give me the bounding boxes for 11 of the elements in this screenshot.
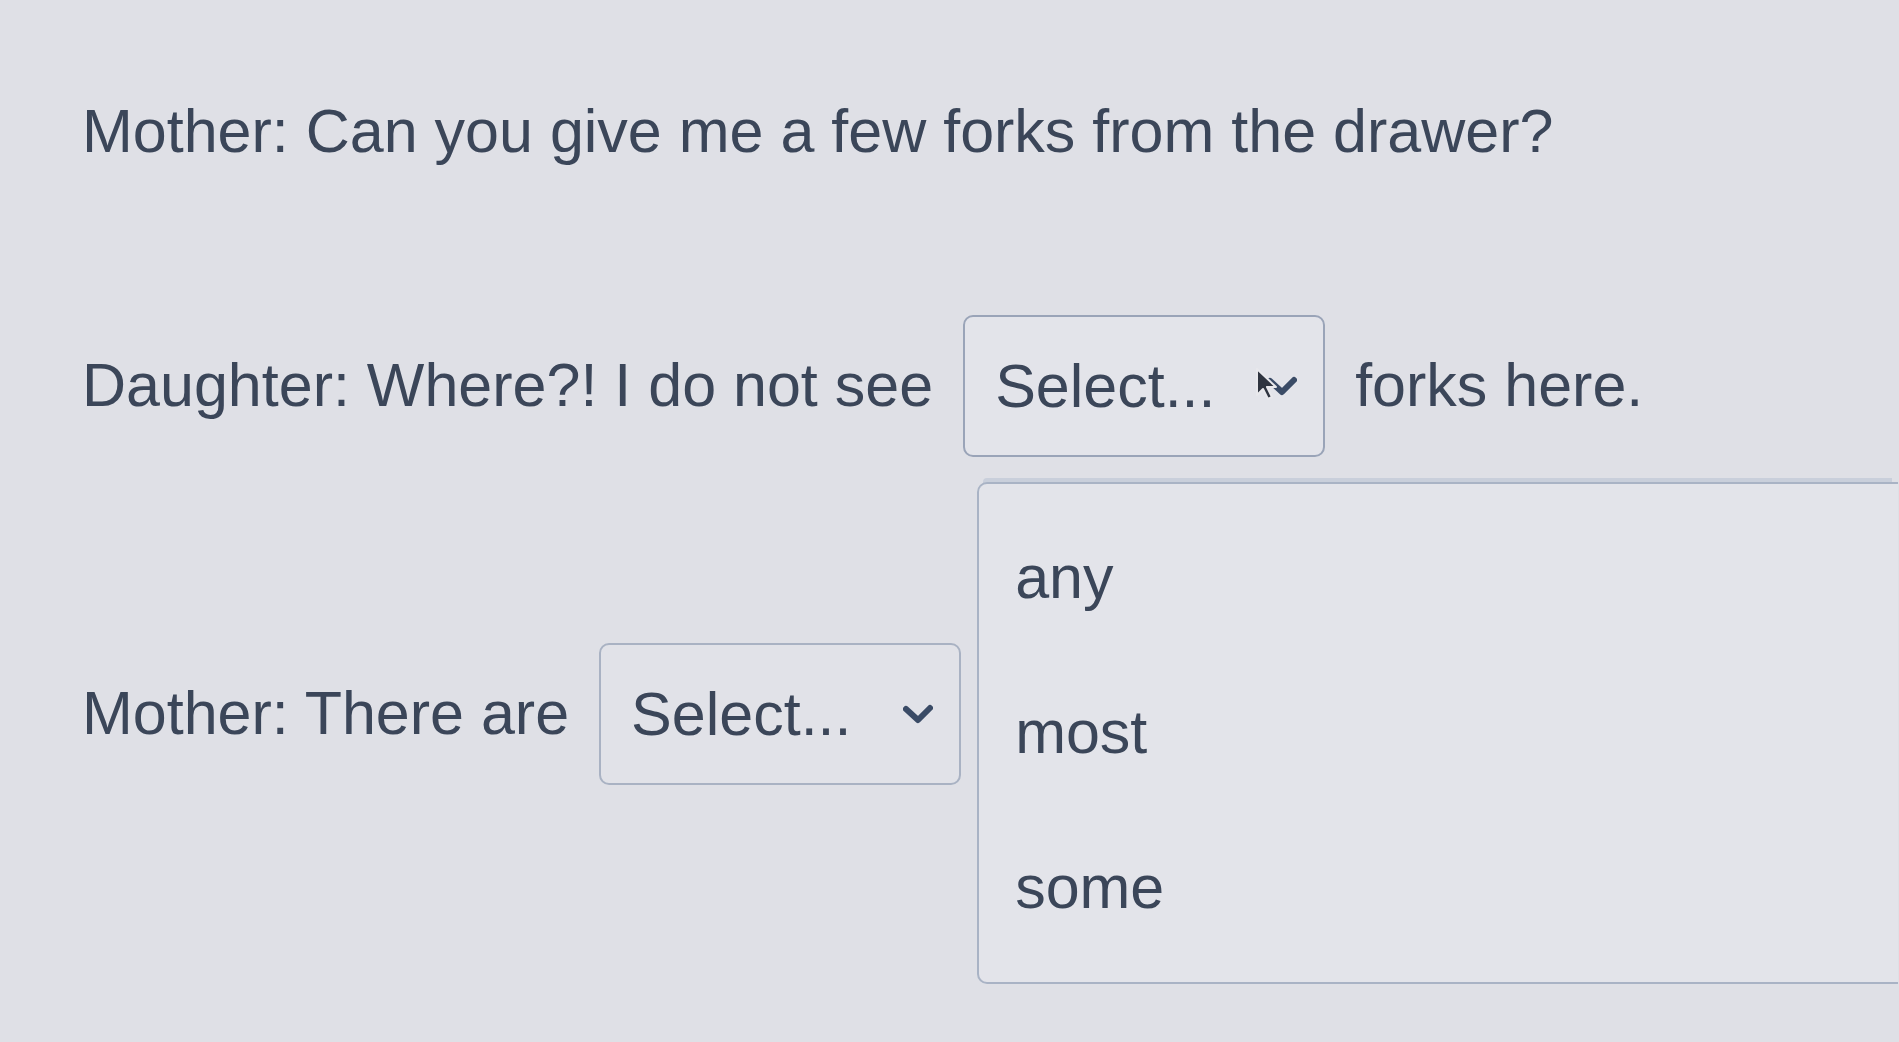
dialogue-text: Mother: There are (82, 678, 570, 750)
dialogue-text: forks here. (1355, 350, 1644, 422)
dialogue-text: Mother: Can you give me a few forks from the drawer? (82, 96, 1554, 168)
dropdown-select[interactable]: Select... (599, 643, 962, 785)
dialogue-text: Daughter: Where?! I do not see (82, 350, 934, 422)
chevron-down-icon (903, 704, 934, 724)
dropdown-select[interactable]: Select... (963, 315, 1326, 457)
dropdown-option[interactable]: any (979, 499, 1899, 654)
dropdown-option[interactable]: some (979, 809, 1899, 964)
chevron-down-icon (1267, 376, 1298, 396)
dropdown-option[interactable]: most (979, 654, 1899, 809)
